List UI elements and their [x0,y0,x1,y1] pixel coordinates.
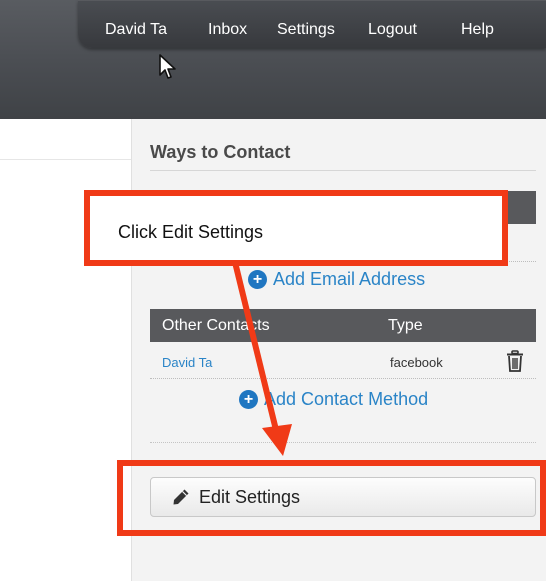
add-email-label: Add Email Address [273,269,426,289]
edit-settings-highlight [117,460,546,536]
section-divider [150,442,536,443]
top-nav-bar: David Ta Inbox Settings Logout Help [78,0,546,48]
nav-help[interactable]: Help [461,20,494,40]
plus-circle-icon: + [248,270,267,289]
panel-title: Ways to Contact [150,142,291,162]
plus-circle-icon: + [239,390,258,409]
callout-text: Click Edit Settings [118,222,264,242]
table-row: David Ta facebook [150,345,536,379]
nav-settings[interactable]: Settings [277,20,335,40]
title-divider [150,170,536,171]
app-header: David Ta Inbox Settings Logout Help [0,0,546,119]
other-contacts-header: Other Contacts Type [150,309,536,342]
add-contact-label: Add Contact Method [264,389,429,409]
nav-user-name[interactable]: David Ta [105,20,167,40]
contact-name-link[interactable]: David Ta [162,355,212,370]
add-email-address-link[interactable]: + Add Email Address [248,269,425,290]
left-divider [0,159,131,160]
instruction-callout: Click Edit Settings [84,190,508,266]
column-header-other-contacts: Other Contacts [162,317,270,334]
column-header-type: Type [388,317,423,334]
add-contact-method-link[interactable]: + Add Contact Method [239,389,428,410]
cursor-icon [159,54,176,79]
trash-icon[interactable] [506,350,524,372]
nav-inbox[interactable]: Inbox [208,20,247,40]
nav-logout[interactable]: Logout [368,20,417,40]
contact-type: facebook [390,355,443,370]
